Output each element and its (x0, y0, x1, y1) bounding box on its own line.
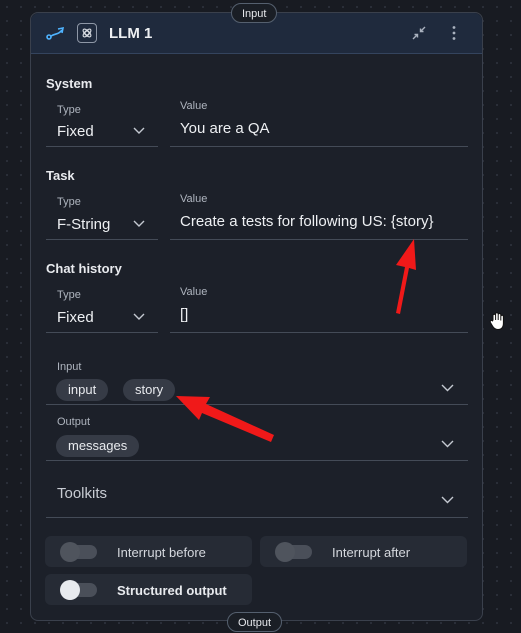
flow-icon (46, 26, 65, 40)
interrupt-after-switch-knob (275, 542, 295, 562)
interrupt-before-toggle[interactable]: Interrupt before (45, 536, 252, 567)
chat-history-type-label: Type (57, 289, 81, 301)
interrupt-before-label: Interrupt before (117, 545, 206, 560)
input-chip[interactable]: input (56, 379, 109, 401)
node-title: LLM 1 (109, 25, 153, 42)
output-field-label: Output (57, 416, 91, 428)
llm-node-card: LLM 1 (30, 12, 483, 621)
task-type-underline (46, 239, 158, 240)
collapse-icon[interactable] (412, 26, 426, 40)
interrupt-after-label: Interrupt after (332, 545, 411, 560)
hand-cursor-icon (489, 312, 504, 331)
system-type-label: Type (57, 104, 81, 116)
input-port[interactable]: Input (231, 3, 278, 23)
output-port[interactable]: Output (227, 612, 283, 632)
input-underline (46, 404, 468, 405)
system-section-title: System (46, 76, 93, 91)
toolkits-underline (46, 517, 468, 518)
input-field-label: Input (57, 361, 82, 373)
messages-chip[interactable]: messages (56, 435, 140, 457)
task-type-label: Type (57, 196, 81, 208)
system-value-label: Value (180, 100, 208, 112)
chat-history-type-select[interactable]: Fixed (57, 309, 94, 326)
task-value-underline (170, 239, 468, 240)
structured-output-label: Structured output (117, 583, 227, 598)
chevron-down-icon[interactable] (133, 220, 145, 228)
task-value-input[interactable]: Create a tests for following US: {story} (180, 213, 433, 230)
chat-history-value-label: Value (180, 286, 208, 298)
structured-output-switch-knob (60, 580, 80, 600)
system-value-underline (170, 146, 468, 147)
task-value-label: Value (180, 193, 208, 205)
output-underline (46, 460, 468, 461)
interrupt-after-toggle[interactable]: Interrupt after (260, 536, 467, 567)
chat-history-value-underline (170, 332, 468, 333)
output-dropdown-chevron-icon[interactable] (441, 440, 454, 448)
chevron-down-icon[interactable] (133, 127, 145, 135)
toolkits-select[interactable]: Toolkits (57, 485, 107, 502)
system-value-input[interactable]: You are a QA (180, 120, 270, 137)
llm-model-icon (77, 23, 97, 43)
chat-history-type-underline (46, 332, 158, 333)
system-type-underline (46, 146, 158, 147)
chat-history-value-input[interactable]: [] (180, 306, 188, 323)
input-dropdown-chevron-icon[interactable] (441, 384, 454, 392)
structured-output-toggle[interactable]: Structured output (45, 574, 252, 605)
toolkits-chevron-icon[interactable] (441, 496, 454, 504)
chevron-down-icon[interactable] (133, 313, 145, 321)
system-type-select[interactable]: Fixed (57, 123, 94, 140)
interrupt-before-switch-knob (60, 542, 80, 562)
task-section-title: Task (46, 168, 75, 183)
chat-history-section-title: Chat history (46, 261, 122, 276)
task-type-select[interactable]: F-String (57, 216, 110, 233)
more-menu-icon[interactable] (451, 25, 457, 41)
story-chip[interactable]: story (123, 379, 176, 401)
